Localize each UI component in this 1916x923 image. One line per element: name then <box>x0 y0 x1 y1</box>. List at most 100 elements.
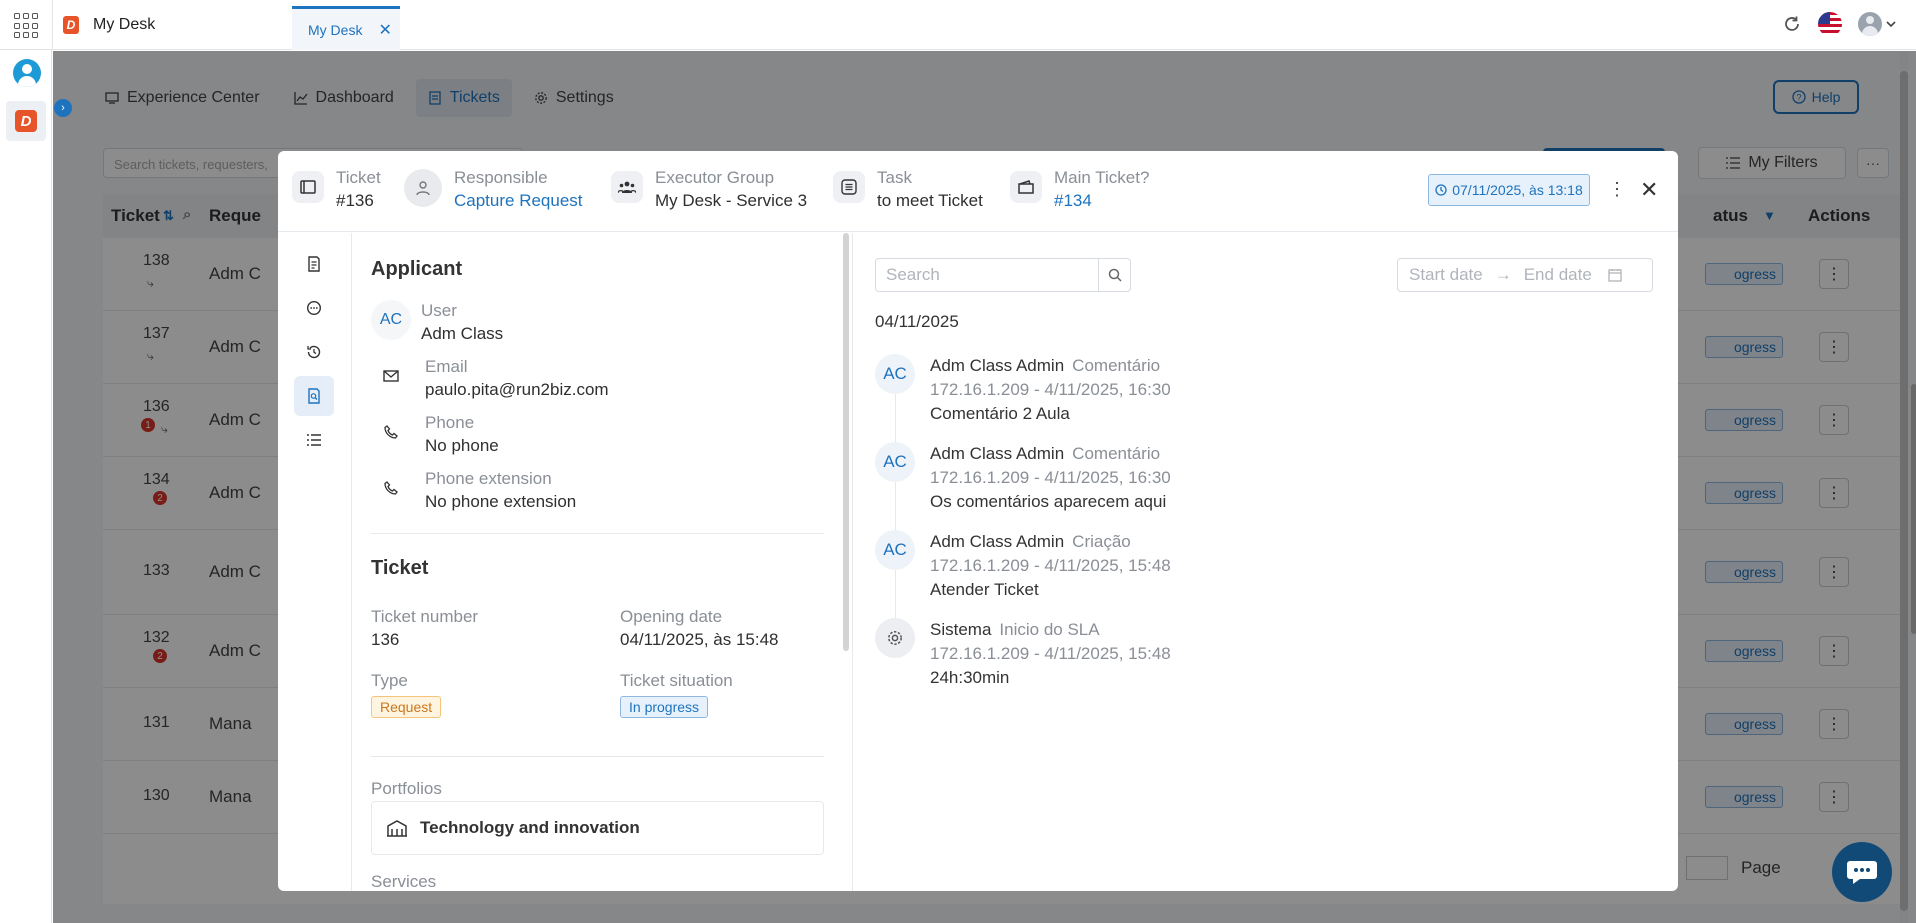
phone-icon <box>371 468 411 508</box>
entry-author: Adm Class Admin <box>930 444 1065 463</box>
rail-app-mydesk[interactable]: D <box>6 101 46 141</box>
mail-icon <box>371 356 411 396</box>
applicant-phone: Phone No phone <box>371 412 499 458</box>
header-main-ticket-label: Main Ticket? <box>1054 168 1150 187</box>
chevron-down-icon <box>1886 21 1896 28</box>
main-ticket-link[interactable]: #134 <box>1054 189 1149 213</box>
section-divider <box>371 756 824 757</box>
phone-label: Phone <box>425 413 475 432</box>
phone-extension-label: Phone extension <box>425 469 552 488</box>
search-icon[interactable] <box>1098 259 1130 291</box>
phone-extension-value: No phone extension <box>425 492 577 511</box>
user-label: User <box>421 301 457 320</box>
end-date-input[interactable]: End date <box>1524 265 1592 285</box>
header-main-ticket: Main Ticket? #134 <box>1010 167 1149 213</box>
date-badge-text: 07/11/2025, às 13:18 <box>1452 182 1583 198</box>
app-logo-icon: D <box>15 110 37 132</box>
applicant-email: Email paulo.pita@run2biz.com <box>371 356 609 402</box>
app-title: My Desk <box>93 16 156 33</box>
entry-meta: 172.16.1.209 - 4/11/2025, 16:30 <box>930 380 1171 399</box>
header-task: Task to meet Ticket <box>833 167 983 213</box>
portfolios-label: Portfolios <box>371 779 442 798</box>
header-task-label: Task <box>877 168 912 187</box>
header-ticket: Ticket #136 <box>292 167 381 213</box>
tab-close-icon[interactable]: ✕ <box>378 20 391 40</box>
responsible-link[interactable]: Capture Request <box>454 189 583 213</box>
header-ticket-label: Ticket <box>336 168 381 187</box>
entry-author: Adm Class Admin <box>930 532 1065 551</box>
group-icon <box>611 171 643 203</box>
timeline-entry: AC Adm Class Admin Comentário 172.16.1.20… <box>875 442 1171 514</box>
top-bar-actions <box>1782 12 1896 36</box>
expand-rail-button[interactable]: › <box>54 99 72 117</box>
entry-text: Atender Ticket <box>930 580 1039 599</box>
tab-label: My Desk <box>308 21 363 38</box>
situation-badge: In progress <box>620 696 709 718</box>
ticket-info-pane: Applicant AC User Adm Class Email paulo.… <box>352 233 852 891</box>
entry-meta: 172.16.1.209 - 4/11/2025, 15:48 <box>930 644 1171 663</box>
start-date-input[interactable]: Start date <box>1409 265 1483 285</box>
app-logo-icon: D <box>63 16 79 34</box>
ticket-section-title: Ticket <box>371 557 429 579</box>
entry-author: Sistema <box>930 620 992 639</box>
email-label: Email <box>425 357 468 376</box>
header-executor-group: Executor Group My Desk - Service 3 <box>611 167 807 213</box>
wallet-icon <box>1010 171 1042 203</box>
user-menu[interactable] <box>1858 12 1896 36</box>
refresh-icon[interactable] <box>1782 14 1802 34</box>
entry-kind: Inicio do SLA <box>999 620 1100 639</box>
chat-button[interactable] <box>1832 842 1892 902</box>
ticket-number-label: Ticket number <box>371 607 479 626</box>
ticket-detail-modal: Ticket #136 Responsible Capture Request … <box>278 151 1678 891</box>
date-range-picker[interactable]: Start date → End date <box>1397 258 1653 292</box>
entry-meta: 172.16.1.209 - 4/11/2025, 15:48 <box>930 556 1171 575</box>
us-flag-icon[interactable] <box>1818 12 1842 36</box>
close-icon[interactable]: ✕ <box>1640 177 1658 203</box>
history-tab-icon[interactable] <box>294 332 334 372</box>
building-icon <box>387 820 407 837</box>
details-tab-icon[interactable] <box>294 244 334 284</box>
checklist-tab-icon[interactable] <box>294 420 334 460</box>
user-value: Adm Class <box>421 324 504 343</box>
header-responsible-label: Responsible <box>454 168 548 187</box>
timeline-entry: Sistema Inicio do SLA 172.16.1.209 - 4/11… <box>875 618 1171 690</box>
clock-icon <box>1435 184 1447 196</box>
system-gear-icon <box>875 618 915 658</box>
type-badge: Request <box>371 696 442 718</box>
arrow-right-icon: → <box>1494 265 1512 284</box>
tab-my-desk[interactable]: My Desk ✕ <box>292 6 400 50</box>
opening-date-value: 04/11/2025, às 15:48 <box>620 630 779 649</box>
chat-icon <box>1847 861 1877 884</box>
portfolio-card[interactable]: Technology and innovation <box>371 801 824 855</box>
email-value: paulo.pita@run2biz.com <box>425 380 609 399</box>
type-label: Type <box>371 671 408 690</box>
info-pane-scrollbar[interactable] <box>843 233 849 651</box>
profile-icon[interactable] <box>13 59 41 87</box>
comments-tab-icon[interactable] <box>294 288 334 328</box>
entry-kind: Comentário <box>1072 444 1161 463</box>
task-list-icon <box>833 171 865 203</box>
top-bar: D My Desk My Desk ✕ <box>0 0 1916 50</box>
ticket-number-field: Ticket number 136 <box>371 606 478 652</box>
info-tab-icon[interactable] <box>294 376 334 416</box>
timeline-day: 04/11/2025 <box>875 312 959 331</box>
modal-header: Ticket #136 Responsible Capture Request … <box>278 151 1678 232</box>
situation-field: Ticket situation In progress <box>620 670 733 718</box>
ticket-number-value: 136 <box>371 630 400 649</box>
header-responsible: Responsible Capture Request <box>404 167 583 213</box>
calendar-icon[interactable] <box>1608 268 1622 282</box>
portfolio-name: Technology and innovation <box>420 818 640 837</box>
timeline-search: Search <box>875 258 1131 292</box>
entry-text: 24h:30min <box>930 668 1010 687</box>
author-avatar: AC <box>875 530 915 570</box>
left-rail: D <box>0 50 52 923</box>
header-executor-value: My Desk - Service 3 <box>655 191 808 210</box>
timeline-search-input[interactable]: Search <box>876 259 1098 291</box>
phone-value: No phone <box>425 436 499 455</box>
applicant-phone-extension: Phone extension No phone extension <box>371 468 576 514</box>
entry-text: Comentário 2 Aula <box>930 404 1070 423</box>
person-icon <box>404 169 442 207</box>
timeline-entry: AC Adm Class Admin Criação 172.16.1.209 -… <box>875 530 1171 602</box>
kebab-icon[interactable]: ⋮ <box>1608 179 1626 200</box>
apps-grid-icon[interactable] <box>12 11 42 41</box>
